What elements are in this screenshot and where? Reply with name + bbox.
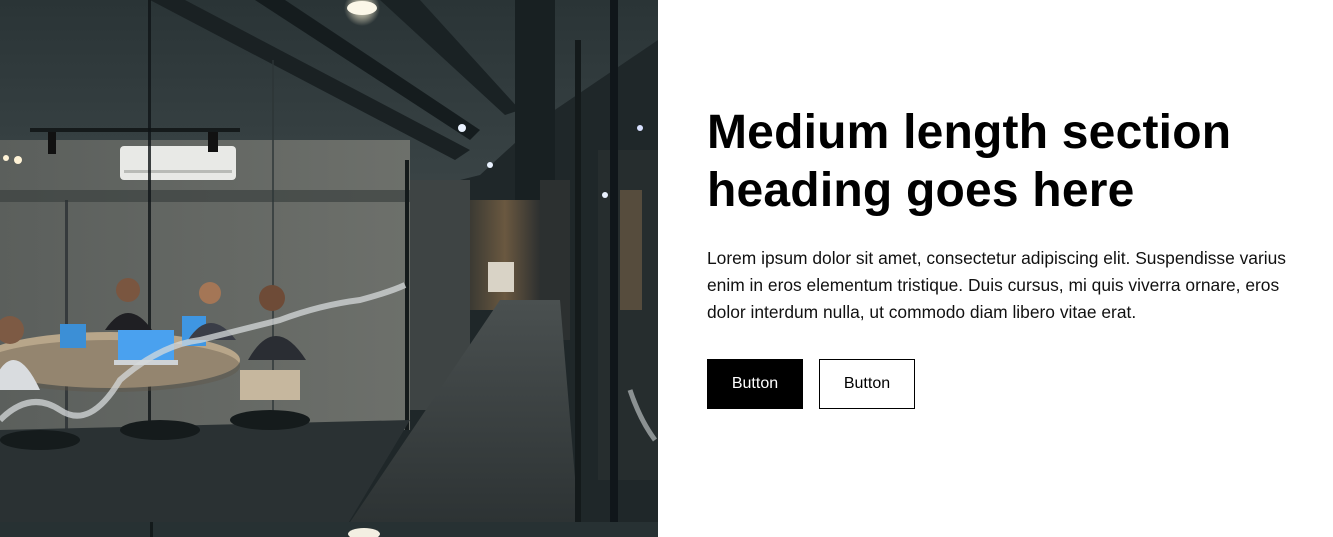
header-section: Medium length section heading goes here … xyxy=(0,0,1333,537)
button-group: Button Button xyxy=(707,359,915,409)
hero-image xyxy=(0,0,658,537)
section-heading: Medium length section heading goes here xyxy=(707,106,1232,217)
primary-button[interactable]: Button xyxy=(707,359,803,409)
office-photo-illustration xyxy=(0,0,658,537)
content-column: Medium length section heading goes here … xyxy=(658,0,1333,537)
secondary-button[interactable]: Button xyxy=(819,359,915,409)
section-body-text: Lorem ipsum dolor sit amet, consectetur … xyxy=(707,248,1286,322)
